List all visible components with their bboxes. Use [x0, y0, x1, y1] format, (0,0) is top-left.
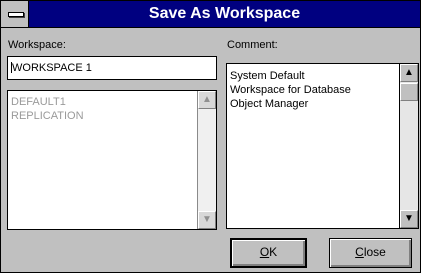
comment-scrollbar[interactable]: ▲ ▼: [399, 64, 418, 228]
close-label-rest: lose: [363, 245, 386, 259]
save-as-workspace-dialog: Save As Workspace Workspace: WORKSPACE 1…: [0, 0, 421, 273]
close-button[interactable]: Close: [329, 238, 412, 268]
list-item[interactable]: DEFAULT1: [8, 95, 216, 109]
workspace-name-value: WORKSPACE 1: [12, 62, 92, 74]
system-menu-icon[interactable]: [1, 1, 29, 27]
comment-line: Workspace for Database: [230, 84, 351, 96]
comment-text: System Default Workspace for Database Ob…: [227, 64, 418, 111]
scroll-down-arrow-icon[interactable]: ▼: [400, 210, 418, 228]
workspace-name-input[interactable]: WORKSPACE 1: [7, 56, 217, 80]
window-title: Save As Workspace: [148, 5, 301, 22]
ok-label-rest: K: [269, 245, 278, 259]
comment-line: Object Manager: [230, 98, 309, 110]
workspace-list-scrollbar[interactable]: ▲ ▼: [197, 91, 216, 229]
title-bar[interactable]: Save As Workspace: [1, 1, 420, 28]
comment-textarea[interactable]: System Default Workspace for Database Ob…: [226, 63, 419, 229]
workspace-list[interactable]: DEFAULT1 REPLICATION ▲ ▼: [7, 90, 217, 230]
system-menu-bar-glyph: [8, 12, 24, 17]
scroll-up-arrow-icon[interactable]: ▲: [400, 64, 418, 82]
comment-line: System Default: [230, 70, 305, 82]
ok-mnemonic: O: [259, 245, 270, 259]
ok-button[interactable]: OK: [230, 238, 307, 268]
scroll-down-arrow-icon[interactable]: ▼: [198, 211, 216, 229]
workspace-list-items: DEFAULT1 REPLICATION: [8, 91, 216, 123]
scroll-up-arrow-icon[interactable]: ▲: [198, 91, 216, 109]
scroll-thumb[interactable]: [400, 83, 418, 101]
list-item[interactable]: REPLICATION: [8, 109, 216, 123]
close-mnemonic: C: [355, 245, 364, 259]
comment-label: Comment:: [227, 39, 278, 51]
workspace-label: Workspace:: [8, 39, 66, 51]
